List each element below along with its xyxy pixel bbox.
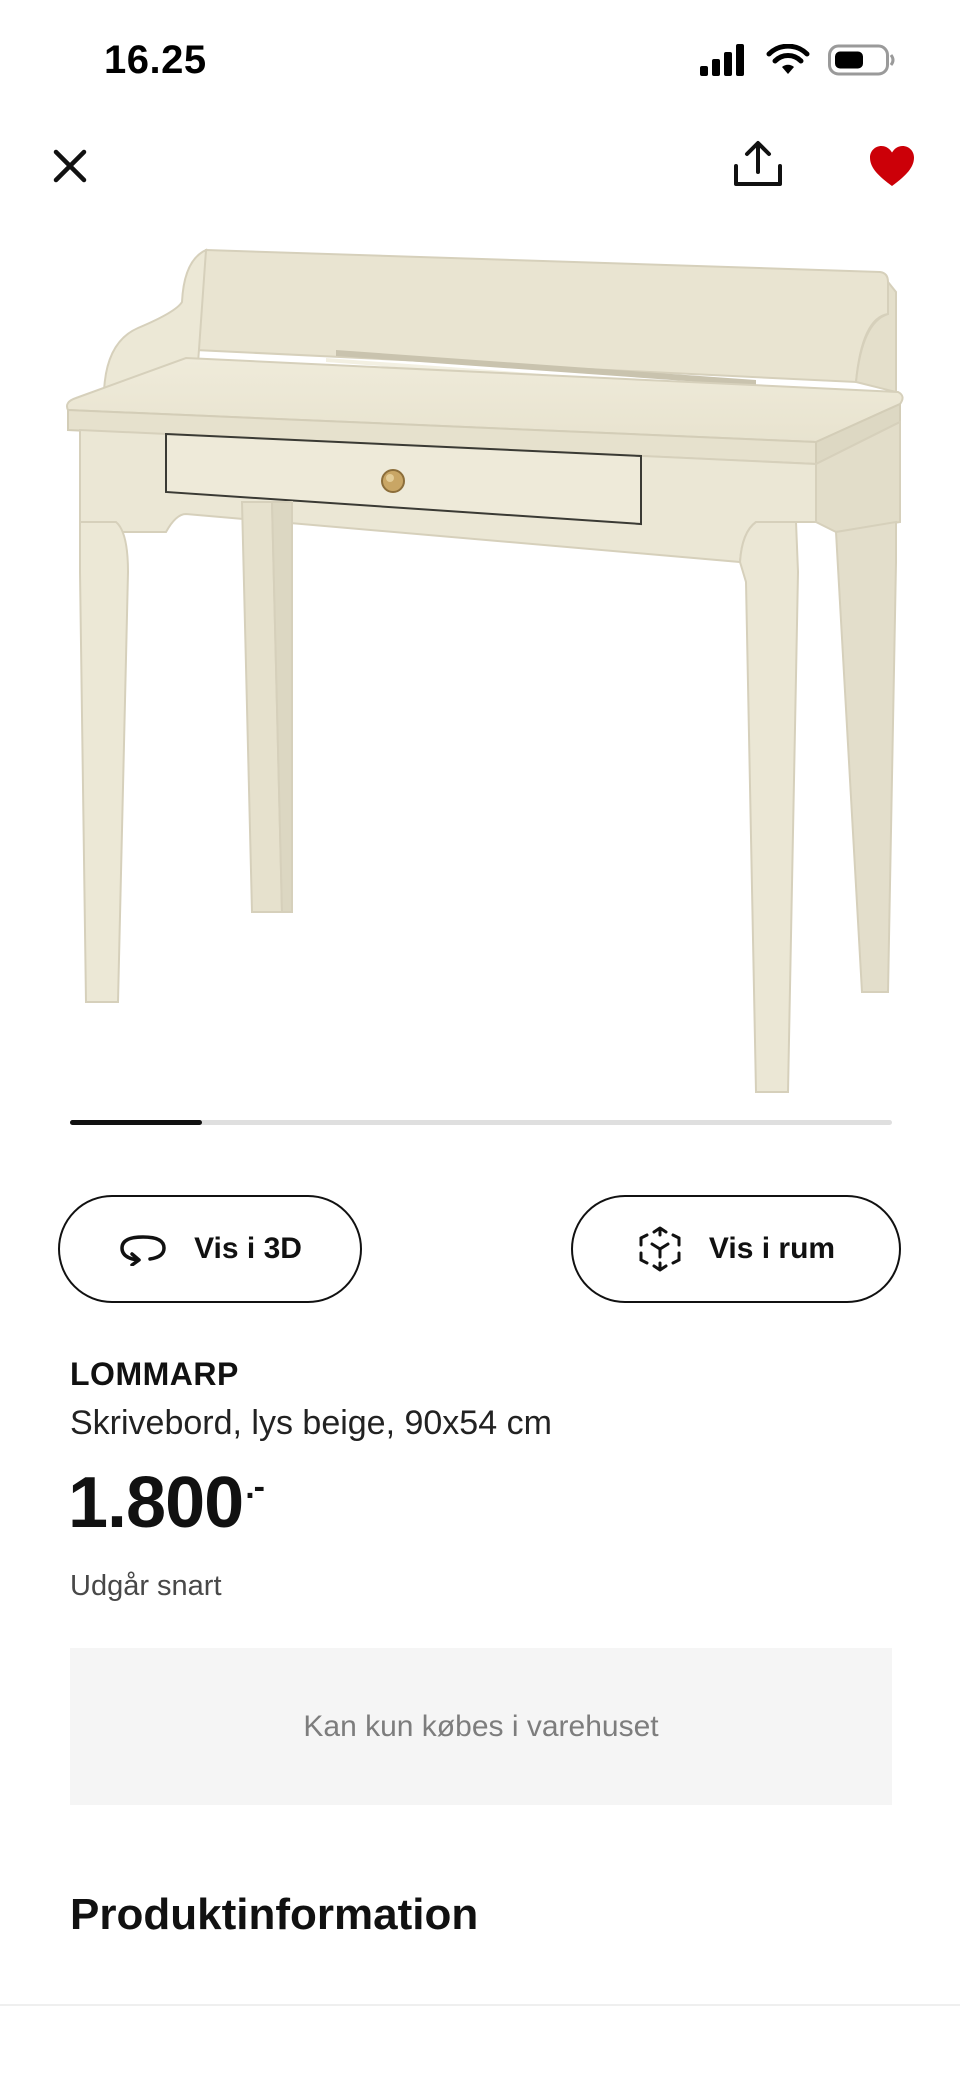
store-only-notice-text: Kan kun købes i varehuset	[303, 1709, 659, 1743]
availability-status: Udgår snart	[70, 1570, 222, 1602]
product-info-heading[interactable]: Produktinformation	[70, 1890, 478, 1940]
view-3d-label: Vis i 3D	[194, 1232, 302, 1265]
ar-cube-icon	[639, 1226, 681, 1272]
view-in-room-label: Vis i rum	[708, 1232, 836, 1265]
view-in-room-button[interactable]: Vis i rum	[571, 1195, 901, 1303]
product-image[interactable]	[56, 232, 906, 1102]
product-description: Skrivebord, lys beige, 90x54 cm	[70, 1404, 552, 1442]
close-icon	[53, 149, 87, 183]
share-button[interactable]	[730, 134, 786, 194]
status-bar: 16.25	[0, 0, 960, 130]
close-button[interactable]	[44, 140, 96, 192]
divider	[0, 2004, 960, 2006]
view-3d-button[interactable]: Vis i 3D	[58, 1195, 362, 1303]
carousel-thumb	[70, 1120, 202, 1125]
price-value: 1.800	[68, 1463, 244, 1543]
price: 1.800 .-	[68, 1462, 265, 1544]
desk-image	[66, 248, 904, 1093]
signal-icon	[700, 44, 744, 76]
share-icon	[734, 141, 782, 186]
store-only-notice: Kan kun købes i varehuset	[70, 1648, 892, 1805]
status-time: 16.25	[104, 38, 207, 82]
product-name: LOMMARP	[70, 1356, 239, 1392]
favorite-button[interactable]	[864, 138, 920, 194]
rotate-3d-icon	[120, 1235, 166, 1266]
carousel-indicator[interactable]	[70, 1120, 892, 1125]
battery-icon	[828, 44, 895, 76]
top-actions	[0, 140, 960, 200]
price-suffix: .-	[245, 1468, 265, 1506]
status-icons	[700, 44, 896, 76]
heart-icon	[870, 146, 914, 186]
wifi-icon	[766, 44, 810, 74]
